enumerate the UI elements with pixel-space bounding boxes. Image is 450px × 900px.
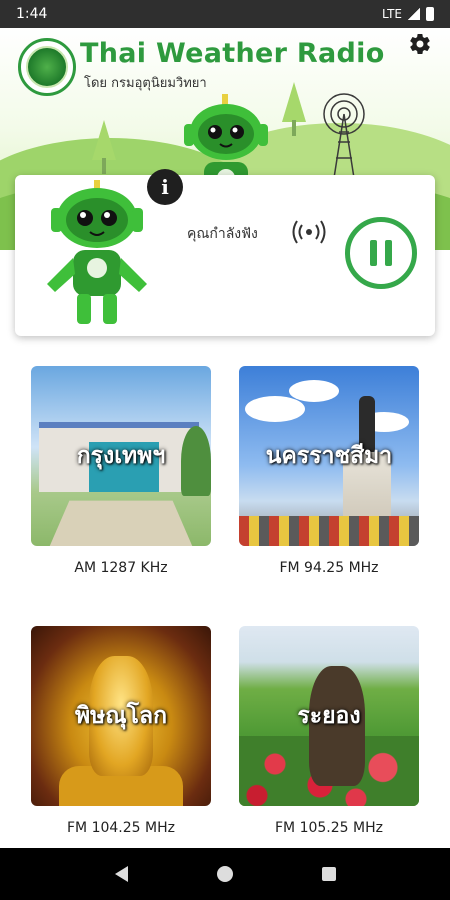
recent-apps-icon[interactable]	[321, 867, 336, 881]
status-time: 1:44	[16, 6, 48, 22]
broadcast-icon	[292, 220, 326, 244]
home-icon[interactable]	[216, 866, 233, 882]
station-card-rayong[interactable]: ระยอง FM 105.25 MHz	[239, 626, 419, 836]
info-button[interactable]: i	[147, 169, 183, 205]
station-thumbnail: กรุงเทพฯ	[31, 366, 211, 546]
battery-icon	[426, 7, 434, 21]
station-name: นครราชสีมา	[265, 443, 393, 469]
tree-icon	[282, 82, 306, 122]
station-frequency: AM 1287 KHz	[74, 560, 168, 576]
station-name: ระยอง	[297, 703, 361, 729]
status-icons: LTE	[382, 7, 434, 21]
tree-icon	[92, 120, 116, 160]
system-nav-bar	[0, 848, 450, 900]
tree-trunk	[292, 120, 296, 136]
now-playing-card: i คุณกำลังฟัง	[15, 169, 435, 336]
signal-icon	[408, 8, 420, 20]
tmd-logo	[18, 38, 76, 96]
radio-tower-icon	[323, 93, 365, 178]
robot-mascot-icon	[47, 180, 147, 324]
pause-button[interactable]	[345, 217, 417, 289]
gear-icon	[410, 33, 430, 55]
station-name: พิษณุโลก	[74, 703, 168, 729]
back-icon[interactable]	[114, 866, 128, 882]
app-title: Thai Weather Radio	[80, 38, 385, 69]
station-thumbnail: ระยอง	[239, 626, 419, 806]
settings-button[interactable]	[406, 30, 434, 58]
listening-status: คุณกำลังฟัง	[187, 226, 258, 242]
status-bar: 1:44 LTE	[0, 0, 450, 28]
station-frequency: FM 105.25 MHz	[275, 820, 383, 836]
station-thumbnail: นครราชสีมา	[239, 366, 419, 546]
pause-icon	[370, 240, 377, 266]
station-card-nakhon-ratchasima[interactable]: นครราชสีมา FM 94.25 MHz	[239, 366, 419, 576]
tree-trunk	[102, 158, 106, 174]
station-name: กรุงเทพฯ	[76, 443, 166, 469]
station-frequency: FM 104.25 MHz	[67, 820, 175, 836]
station-card-bangkok[interactable]: กรุงเทพฯ AM 1287 KHz	[31, 366, 211, 576]
station-thumbnail: พิษณุโลก	[31, 626, 211, 806]
app-subtitle: โดย กรมอุตุนิยมวิทยา	[84, 76, 207, 91]
station-card-phitsanulok[interactable]: พิษณุโลก FM 104.25 MHz	[31, 626, 211, 836]
network-label: LTE	[382, 7, 402, 21]
station-frequency: FM 94.25 MHz	[279, 560, 379, 576]
pause-icon	[385, 240, 392, 266]
